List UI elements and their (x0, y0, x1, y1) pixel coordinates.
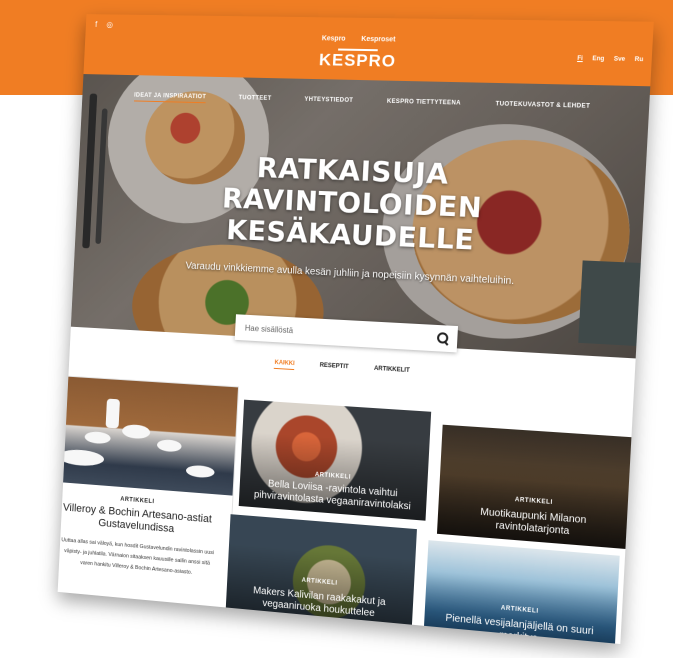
top-link-kespro[interactable]: Kespro (322, 35, 346, 42)
article-card-milano[interactable]: ARTIKKELI Muotikaupunki Milanon ravintol… (436, 424, 635, 550)
article-card-bella-loviisa[interactable]: ARTIKKELI Bella Loviisa -ravintola vaiht… (238, 399, 432, 521)
filter-reseptit[interactable]: RESEPTIT (320, 363, 349, 371)
page-screenshot: f ◎ Kespro Kesproset KESPRO Fi Eng Sve R… (57, 14, 654, 645)
social-links: f ◎ (95, 20, 113, 29)
kespro-logo[interactable]: KESPRO (84, 46, 652, 77)
search-icon[interactable] (435, 330, 452, 347)
lang-fi[interactable]: Fi (577, 56, 583, 62)
lang-ru[interactable]: Ru (634, 57, 643, 63)
article-description: Uuttaa allas sai väloyä, kun hosdit Gust… (61, 537, 215, 576)
language-switcher: Fi Eng Sve Ru (577, 56, 643, 63)
nav-yhteystiedot[interactable]: YHTEYSTIEDOT (304, 97, 353, 104)
lang-sve[interactable]: Sve (614, 56, 626, 62)
instagram-icon[interactable]: ◎ (106, 20, 113, 29)
featured-article-card[interactable]: ARTIKKELI Villeroy & Bochin Artesano-ast… (57, 374, 240, 630)
facebook-icon[interactable]: f (95, 20, 97, 29)
top-link-kesproset[interactable]: Kesproset (361, 36, 395, 44)
hero-banner: IDEAT JA INSPIRAATIOT TUOTTEET YHTEYSTIE… (70, 74, 651, 359)
filter-kaikki[interactable]: KAIKKI (274, 359, 295, 371)
featured-article-image (57, 375, 239, 496)
filter-artikkelit[interactable]: ARTIKKELIT (374, 366, 410, 374)
nav-tuotteet[interactable]: TUOTTEET (238, 95, 271, 102)
search-input[interactable] (242, 322, 436, 344)
top-links: Kespro Kesproset (85, 32, 652, 48)
lang-eng[interactable]: Eng (592, 56, 604, 62)
article-card-vesijalanjalki[interactable]: ARTIKKELI Pienellä vesijalanjäljellä on … (423, 540, 620, 645)
article-card-makers-kalivila[interactable]: ARTIKKELI Makers Kalivilan raakakakut ja… (225, 514, 417, 630)
nav-ideat[interactable]: IDEAT JA INSPIRAATIOT (133, 92, 207, 104)
